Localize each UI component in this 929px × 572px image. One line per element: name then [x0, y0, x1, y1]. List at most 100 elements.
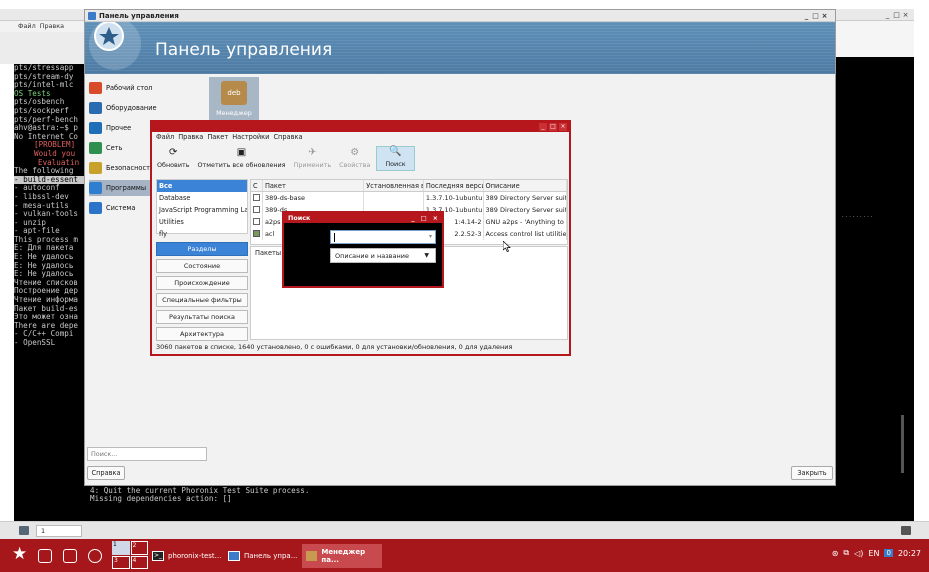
category-item[interactable]: fly [157, 228, 247, 240]
bottom-page-field[interactable]: 1 [36, 525, 82, 537]
category-item[interactable]: JavaScript Programming Language [157, 204, 247, 216]
bottom-strip: 1 [0, 521, 929, 539]
control-panel-banner-title: Панель управления [155, 40, 333, 60]
help-button[interactable]: Справка [87, 466, 125, 480]
mouse-cursor-icon [503, 241, 511, 252]
search-query-input[interactable]: ▾ [330, 230, 436, 244]
column-header[interactable]: Установленная в [364, 180, 424, 191]
cp-maximize-button[interactable]: □ [811, 10, 820, 22]
pm-maximize-button[interactable]: □ [549, 123, 557, 131]
row-checkbox-cell[interactable] [251, 204, 263, 216]
left-menu-edit[interactable]: Правка [40, 22, 64, 30]
desktop-3[interactable]: 3 [112, 555, 130, 569]
clock[interactable]: 20:27 [898, 549, 921, 558]
row-checkbox-cell[interactable] [251, 228, 263, 240]
terminal-icon: >_ [152, 551, 164, 561]
category-item[interactable]: Все [157, 180, 247, 192]
filter-button[interactable]: Результаты поиска [156, 310, 248, 324]
cp-minimize-button[interactable]: _ [802, 10, 811, 22]
filter-button[interactable]: Специальные фильтры [156, 293, 248, 307]
sidebar-item-network[interactable]: Сеть [89, 140, 122, 156]
search-maximize-button[interactable]: □ [421, 213, 427, 223]
terminal-right[interactable]: ......... [835, 57, 914, 521]
bottom-right-icon[interactable] [901, 526, 911, 535]
column-header[interactable]: Описание [484, 180, 567, 191]
package-checkbox[interactable] [253, 218, 260, 225]
sidebar-item-hardware[interactable]: Оборудование [89, 100, 157, 116]
pm-menu-item[interactable]: Настройки [232, 132, 269, 143]
category-item[interactable]: Utilities [157, 216, 247, 228]
pm-category-list[interactable]: ВсеDatabaseJavaScript Programming Langua… [156, 179, 248, 238]
start-menu-icon[interactable]: ★ [12, 546, 27, 563]
browser-icon[interactable] [88, 549, 102, 563]
sidebar-item-desktop[interactable]: Рабочий стол [89, 80, 152, 96]
filter-button[interactable]: Разделы [156, 242, 248, 256]
right-minimize-button[interactable]: _ [883, 9, 892, 21]
sidebar-item-programs[interactable]: Программы [89, 180, 151, 196]
desktop-pager[interactable]: 1 2 3 4 [112, 541, 148, 569]
taskbar-item-terminal-label: phoronix-test... [168, 552, 222, 560]
sidebar-item-label: Система [106, 204, 136, 212]
settings-tray-icon[interactable]: ⊛ [832, 549, 839, 558]
sidebar-item-label: Оборудование [106, 104, 157, 112]
column-header[interactable]: Пакет [263, 180, 365, 191]
pm-desc-tab[interactable]: Пакеты [255, 249, 281, 257]
taskbar-item-package-manager[interactable]: Менеджер па... [302, 544, 382, 568]
network-tray-icon[interactable]: ⧉ [843, 548, 849, 558]
control-panel-search-input[interactable] [87, 447, 207, 461]
right-maximize-button[interactable]: □ [892, 9, 901, 21]
sidebar-item-other[interactable]: Прочее [89, 120, 131, 136]
desktop-2[interactable]: 2 [130, 541, 148, 555]
taskbar-item-package-manager-label: Менеджер па... [321, 548, 366, 564]
category-item[interactable]: Database [157, 192, 247, 204]
search-close-button[interactable]: × [433, 213, 438, 223]
column-header[interactable]: Последняя верси [424, 180, 484, 191]
package-name: 389-ds-base [263, 192, 365, 204]
notification-badge[interactable]: 0 [884, 549, 893, 557]
pm-menu-item[interactable]: Справка [273, 132, 302, 143]
sidebar-item-system[interactable]: Система [89, 200, 135, 216]
column-header[interactable]: С [251, 180, 263, 191]
show-desktop-icon[interactable] [38, 549, 52, 563]
sidebar-item-security[interactable]: Безопасность [89, 160, 154, 176]
pm-toolbar-button[interactable]: ⟳ Обновить [155, 148, 191, 171]
pm-close-button[interactable]: × [559, 123, 567, 131]
filter-button[interactable]: Происхождение [156, 276, 248, 290]
tray: ⊛ ⧉ ◁) EN 0 20:27 [832, 548, 921, 558]
window-switcher-icon[interactable] [63, 549, 77, 563]
cp-close-button[interactable]: × [820, 10, 829, 22]
row-checkbox-cell[interactable] [251, 216, 263, 228]
table-row[interactable]: 389-ds-base 1.3.7.10-1ubuntu 389 Directory… [251, 192, 567, 204]
filter-button[interactable]: Состояние [156, 259, 248, 273]
package-checkbox[interactable] [253, 206, 260, 213]
desktop-4[interactable]: 4 [130, 555, 148, 569]
pm-toolbar-button[interactable]: ▣ Отметить все обновления [195, 148, 287, 171]
pm-toolbar-button[interactable]: 🔍 Поиск [376, 146, 415, 171]
close-button[interactable]: Закрыть [791, 466, 833, 480]
volume-tray-icon[interactable]: ◁) [854, 549, 863, 558]
pm-toolbar-button[interactable]: ✈ Применить [292, 148, 334, 171]
pm-menu-item[interactable]: Правка [178, 132, 203, 143]
package-checkbox[interactable] [253, 194, 260, 201]
bottom-left-icon[interactable] [19, 526, 29, 535]
filter-button[interactable]: Архитектура [156, 327, 248, 341]
right-close-button[interactable]: × [901, 9, 910, 21]
taskbar-item-control-panel[interactable]: Панель упра... [228, 544, 300, 568]
left-menu-file[interactable]: Файл [18, 22, 36, 30]
pm-menu-item[interactable]: Пакет [207, 132, 228, 143]
pm-menu-item[interactable]: Файл [156, 132, 174, 143]
terminal-left[interactable]: pts/stressapp pts/stream-dy pts/intel-mlc O… [14, 64, 88, 521]
desktop-1[interactable]: 1 [112, 541, 130, 555]
package-checkbox[interactable] [253, 230, 260, 237]
keyboard-layout[interactable]: EN [868, 549, 879, 558]
pm-minimize-button[interactable]: _ [539, 123, 547, 131]
search-minimize-button[interactable]: _ [411, 213, 414, 223]
search-mode-select[interactable]: Описание и название ▼ [330, 248, 436, 263]
taskbar-item-terminal[interactable]: >_ phoronix-test... [152, 544, 224, 568]
pm-menubar: Файл Правка Пакет Настройки Справка [152, 132, 569, 143]
pm-toolbar-button[interactable]: ⚙ Свойства [337, 148, 372, 171]
terminal-line: - OpenSSL [14, 338, 56, 347]
package-manager-tile[interactable]: deb Менеджер [209, 77, 259, 121]
row-checkbox-cell[interactable] [251, 192, 263, 204]
search-history-dropdown-icon[interactable]: ▾ [429, 231, 432, 243]
